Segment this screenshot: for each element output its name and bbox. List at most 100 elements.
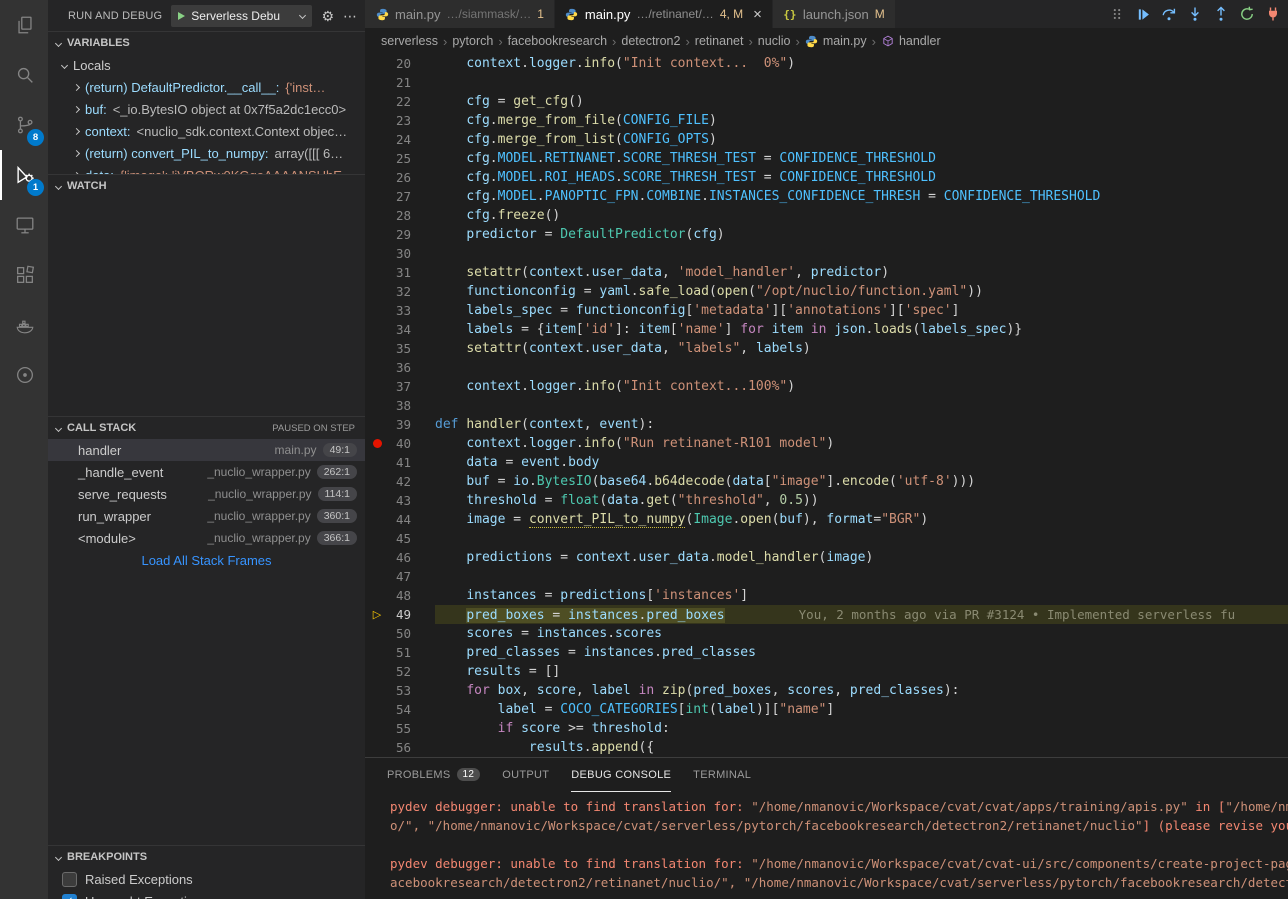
breakpoint-gutter[interactable]	[365, 225, 389, 244]
breakpoint-gutter[interactable]	[365, 130, 389, 149]
line-number[interactable]: 29	[389, 225, 411, 244]
line-number[interactable]: 30	[389, 244, 411, 263]
line-number[interactable]: 54	[389, 700, 411, 719]
debug-config-dropdown[interactable]: Serverless Debu	[171, 5, 312, 27]
docker-icon[interactable]	[0, 300, 48, 350]
editor-tab[interactable]: main.py…/siammask/…1	[365, 0, 554, 28]
search-icon[interactable]	[0, 50, 48, 100]
debug-console-output[interactable]: pydev debugger: unable to find translati…	[365, 793, 1288, 899]
variable-item[interactable]: context:<nuclio_sdk.context.Context obje…	[48, 120, 365, 142]
step-over-button[interactable]	[1160, 5, 1178, 23]
line-number[interactable]: 50	[389, 624, 411, 643]
stack-frame[interactable]: run_wrapper_nuclio_wrapper.py360:1	[48, 505, 365, 527]
checkbox[interactable]	[62, 872, 77, 887]
line-number[interactable]: 21	[389, 73, 411, 92]
breakpoint-gutter[interactable]	[365, 453, 389, 472]
checkbox[interactable]: ✓	[62, 894, 77, 899]
breakpoint-gutter[interactable]	[365, 472, 389, 491]
breakpoint-gutter[interactable]	[365, 510, 389, 529]
start-debug-icon[interactable]	[178, 12, 185, 20]
line-number[interactable]: 39	[389, 415, 411, 434]
breakpoint-gutter[interactable]	[365, 168, 389, 187]
breakpoint-gutter[interactable]	[365, 719, 389, 738]
breakpoint-gutter[interactable]: ▷	[365, 605, 389, 624]
line-number[interactable]: 34	[389, 320, 411, 339]
line-number[interactable]: 51	[389, 643, 411, 662]
breakpoint-gutter[interactable]	[365, 624, 389, 643]
line-number[interactable]: 26	[389, 168, 411, 187]
step-into-button[interactable]	[1186, 5, 1204, 23]
more-actions-icon[interactable]: ⋯	[343, 9, 357, 23]
call-stack-section-header[interactable]: CALL STACK PAUSED ON STEP	[48, 417, 365, 439]
stack-frame[interactable]: _handle_event_nuclio_wrapper.py262:1	[48, 461, 365, 483]
breadcrumb-item[interactable]: main.py	[805, 34, 867, 48]
remote-explorer-icon[interactable]	[0, 200, 48, 250]
breakpoint-item[interactable]: Raised Exceptions	[48, 868, 365, 890]
editor-tab[interactable]: main.py…/retinanet/…4, M×	[555, 0, 772, 28]
variable-item[interactable]: buf:<_io.BytesIO object at 0x7f5a2dc1ecc…	[48, 98, 365, 120]
line-number[interactable]: 52	[389, 662, 411, 681]
extra-extension-icon[interactable]	[0, 350, 48, 400]
breadcrumb-item[interactable]: retinanet	[695, 34, 744, 48]
scope-locals[interactable]: Locals	[48, 54, 365, 76]
line-number[interactable]: 53	[389, 681, 411, 700]
line-number[interactable]: 44	[389, 510, 411, 529]
breadcrumb-item[interactable]: detectron2	[621, 34, 680, 48]
line-number[interactable]: 36	[389, 358, 411, 377]
step-out-button[interactable]	[1212, 5, 1230, 23]
line-number[interactable]: 27	[389, 187, 411, 206]
editor-tab[interactable]: {}launch.jsonM	[773, 0, 895, 28]
line-number[interactable]: 20	[389, 54, 411, 73]
run-and-debug-icon[interactable]: 1	[0, 150, 48, 200]
breakpoint-gutter[interactable]	[365, 643, 389, 662]
breakpoint-gutter[interactable]	[365, 529, 389, 548]
line-number[interactable]: 56	[389, 738, 411, 757]
continue-button[interactable]	[1134, 5, 1152, 23]
breakpoint-gutter[interactable]	[365, 548, 389, 567]
close-icon[interactable]: ×	[753, 6, 762, 23]
line-number[interactable]: 41	[389, 453, 411, 472]
breakpoint-gutter[interactable]	[365, 244, 389, 263]
line-number[interactable]: 31	[389, 263, 411, 282]
breakpoint-gutter[interactable]	[365, 358, 389, 377]
line-number[interactable]: 37	[389, 377, 411, 396]
line-number[interactable]: 38	[389, 396, 411, 415]
breakpoint-gutter[interactable]	[365, 396, 389, 415]
watch-section-header[interactable]: WATCH	[48, 175, 365, 197]
line-number[interactable]: 25	[389, 149, 411, 168]
breakpoint-gutter[interactable]	[365, 92, 389, 111]
source-control-icon[interactable]: 8	[0, 100, 48, 150]
line-number[interactable]: 32	[389, 282, 411, 301]
breakpoint-gutter[interactable]	[365, 434, 389, 453]
restart-button[interactable]	[1238, 5, 1256, 23]
line-number[interactable]: 42	[389, 472, 411, 491]
panel-tab-terminal[interactable]: TERMINAL	[693, 758, 751, 792]
disconnect-button[interactable]	[1264, 5, 1282, 23]
line-number[interactable]: 46	[389, 548, 411, 567]
line-number[interactable]: 35	[389, 339, 411, 358]
line-number[interactable]: 33	[389, 301, 411, 320]
breadcrumb-item[interactable]: pytorch	[452, 34, 493, 48]
breadcrumb-item[interactable]: nuclio	[758, 34, 791, 48]
breakpoint-gutter[interactable]	[365, 73, 389, 92]
breakpoint-gutter[interactable]	[365, 320, 389, 339]
breakpoint-gutter[interactable]	[365, 662, 389, 681]
breakpoint-gutter[interactable]	[365, 54, 389, 73]
breakpoints-section-header[interactable]: BREAKPOINTS	[48, 846, 365, 868]
code-editor[interactable]: 20 context.logger.info("Init context... …	[365, 54, 1288, 757]
breakpoint-gutter[interactable]	[365, 149, 389, 168]
breadcrumb-item[interactable]: serverless	[381, 34, 438, 48]
stack-frame[interactable]: serve_requests_nuclio_wrapper.py114:1	[48, 483, 365, 505]
line-number[interactable]: 23	[389, 111, 411, 130]
breadcrumb-item[interactable]: handler	[881, 34, 941, 48]
breakpoint-gutter[interactable]	[365, 377, 389, 396]
breakpoint-gutter[interactable]	[365, 111, 389, 130]
variable-item[interactable]: (return) DefaultPredictor.__call__:{'ins…	[48, 76, 365, 98]
line-number[interactable]: 22	[389, 92, 411, 111]
breakpoint-gutter[interactable]	[365, 415, 389, 434]
line-number[interactable]: 43	[389, 491, 411, 510]
variable-item[interactable]: data:{'image': 'iVBORw0KGgoAAAANSUhE…	[48, 164, 365, 174]
panel-tab-output[interactable]: OUTPUT	[502, 758, 549, 792]
breakpoint-gutter[interactable]	[365, 301, 389, 320]
stack-frame[interactable]: <module>_nuclio_wrapper.py366:1	[48, 527, 365, 549]
